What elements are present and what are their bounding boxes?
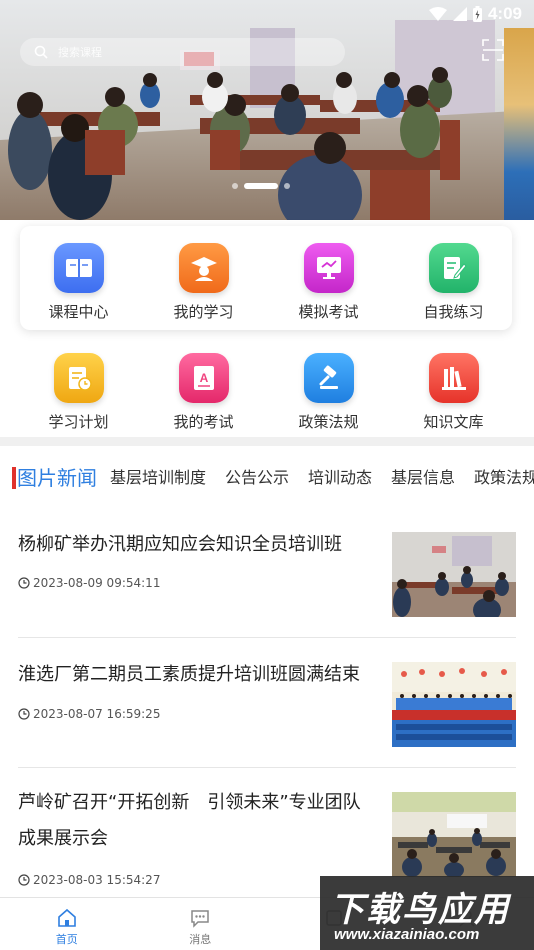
menu-study-plan[interactable]: 学习计划 xyxy=(16,336,141,440)
gavel-icon xyxy=(303,353,354,403)
list-divider xyxy=(18,637,516,638)
book-icon xyxy=(53,243,104,293)
menu-knowledge-library[interactable]: 知识文库 xyxy=(391,336,516,440)
plan-icon xyxy=(53,353,104,403)
news-thumbnail xyxy=(392,532,516,617)
menu-course-center[interactable]: 课程中心 xyxy=(16,226,141,330)
tab-picture-news[interactable]: 图片新闻 xyxy=(17,460,97,496)
message-icon xyxy=(191,910,209,928)
news-item[interactable]: 杨柳矿举办汛期应知应会知识全员培训班 2023-08-09 09:54:11 xyxy=(18,527,516,622)
tab-training-news[interactable]: 培训动态 xyxy=(308,460,372,496)
edit-icon xyxy=(428,243,479,293)
menu-mock-exam[interactable]: 模拟考试 xyxy=(266,226,391,330)
news-date-text: 2023-08-07 16:59:25 xyxy=(33,707,161,721)
tab-policy[interactable]: 政策法规 xyxy=(474,460,534,496)
menu-label: 自我练习 xyxy=(423,303,484,321)
menu-label: 知识文库 xyxy=(423,413,484,431)
library-icon xyxy=(428,353,479,403)
carousel-dot-active[interactable] xyxy=(244,183,278,189)
nav-label: 首页 xyxy=(55,933,78,946)
signal-icon xyxy=(452,7,467,21)
banner-carousel[interactable]: 4:09 搜索课程 xyxy=(0,0,534,220)
news-title: 淮选厂第二期员工素质提升培训班圆满结束 xyxy=(18,664,360,685)
news-date-text: 2023-08-03 15:54:27 xyxy=(33,873,161,887)
carousel-indicator xyxy=(232,183,290,189)
news-date: 2023-08-09 09:54:11 xyxy=(18,576,160,590)
menu-label: 政策法规 xyxy=(298,413,359,431)
tab-grassroots-info[interactable]: 基层信息 xyxy=(391,460,455,496)
nav-label: 消息 xyxy=(189,933,212,946)
watermark-url: www.xiazainiao.com xyxy=(334,926,480,943)
news-date: 2023-08-07 16:59:25 xyxy=(18,707,160,721)
tab-training-system[interactable]: 基层培训制度 xyxy=(110,460,206,496)
clock-icon xyxy=(18,708,30,720)
home-icon xyxy=(57,908,76,927)
next-slide-preview xyxy=(504,28,534,220)
news-title: 杨柳矿举办汛期应知应会知识全员培训班 xyxy=(18,534,342,555)
tab-announcements[interactable]: 公告公示 xyxy=(225,460,289,496)
nav-messages[interactable]: 消息 xyxy=(134,898,268,950)
news-date-text: 2023-08-09 09:54:11 xyxy=(33,576,161,590)
status-bar: 4:09 xyxy=(0,0,534,28)
wifi-icon xyxy=(428,7,447,21)
clock: 4:09 xyxy=(487,4,522,23)
quick-menu-row-1: 课程中心 我的学习 模拟考试 自我练习 xyxy=(0,226,534,330)
clock-icon xyxy=(18,874,30,886)
graduate-icon xyxy=(178,243,229,293)
carousel-dot[interactable] xyxy=(284,183,290,189)
search-bar[interactable]: 搜索课程 xyxy=(20,38,345,66)
carousel-dot[interactable] xyxy=(232,183,238,189)
list-divider xyxy=(18,767,516,768)
menu-self-practice[interactable]: 自我练习 xyxy=(391,226,516,330)
news-item[interactable]: 淮选厂第二期员工素质提升培训班圆满结束 2023-08-07 16:59:25 xyxy=(18,657,516,752)
news-date: 2023-08-03 15:54:27 xyxy=(18,873,160,887)
monitor-icon xyxy=(303,243,354,293)
menu-policy[interactable]: 政策法规 xyxy=(266,336,391,440)
svg-text:A: A xyxy=(199,371,208,385)
search-placeholder: 搜索课程 xyxy=(58,46,102,59)
watermark-logo: 下载鸟应用 www.xiazainiao.com xyxy=(320,876,534,950)
news-tabs: 图片新闻 基层培训制度 公告公示 培训动态 基层信息 政策法规 xyxy=(0,460,534,496)
nav-home[interactable]: 首页 xyxy=(0,898,134,950)
search-icon xyxy=(34,45,48,59)
news-title: 芦岭矿召开“开拓创新 引领未来”专业团队成果展示会 xyxy=(18,792,361,849)
news-thumbnail xyxy=(392,792,516,877)
clock-icon xyxy=(18,577,30,589)
menu-label: 模拟考试 xyxy=(298,303,359,321)
menu-my-study[interactable]: 我的学习 xyxy=(141,226,266,330)
menu-my-exam[interactable]: A 我的考试 xyxy=(141,336,266,440)
menu-label: 课程中心 xyxy=(48,303,109,321)
quick-menu-row-2: 学习计划 A 我的考试 政策法规 知识文库 xyxy=(0,336,534,440)
menu-label: 学习计划 xyxy=(48,413,109,431)
menu-label: 我的考试 xyxy=(173,413,234,431)
exam-icon: A xyxy=(178,353,229,403)
battery-icon xyxy=(472,6,482,22)
section-divider xyxy=(0,437,534,446)
watermark-title: 下载鸟应用 xyxy=(330,890,510,930)
scan-icon[interactable] xyxy=(482,39,504,61)
news-thumbnail xyxy=(392,662,516,747)
menu-label: 我的学习 xyxy=(173,303,234,321)
